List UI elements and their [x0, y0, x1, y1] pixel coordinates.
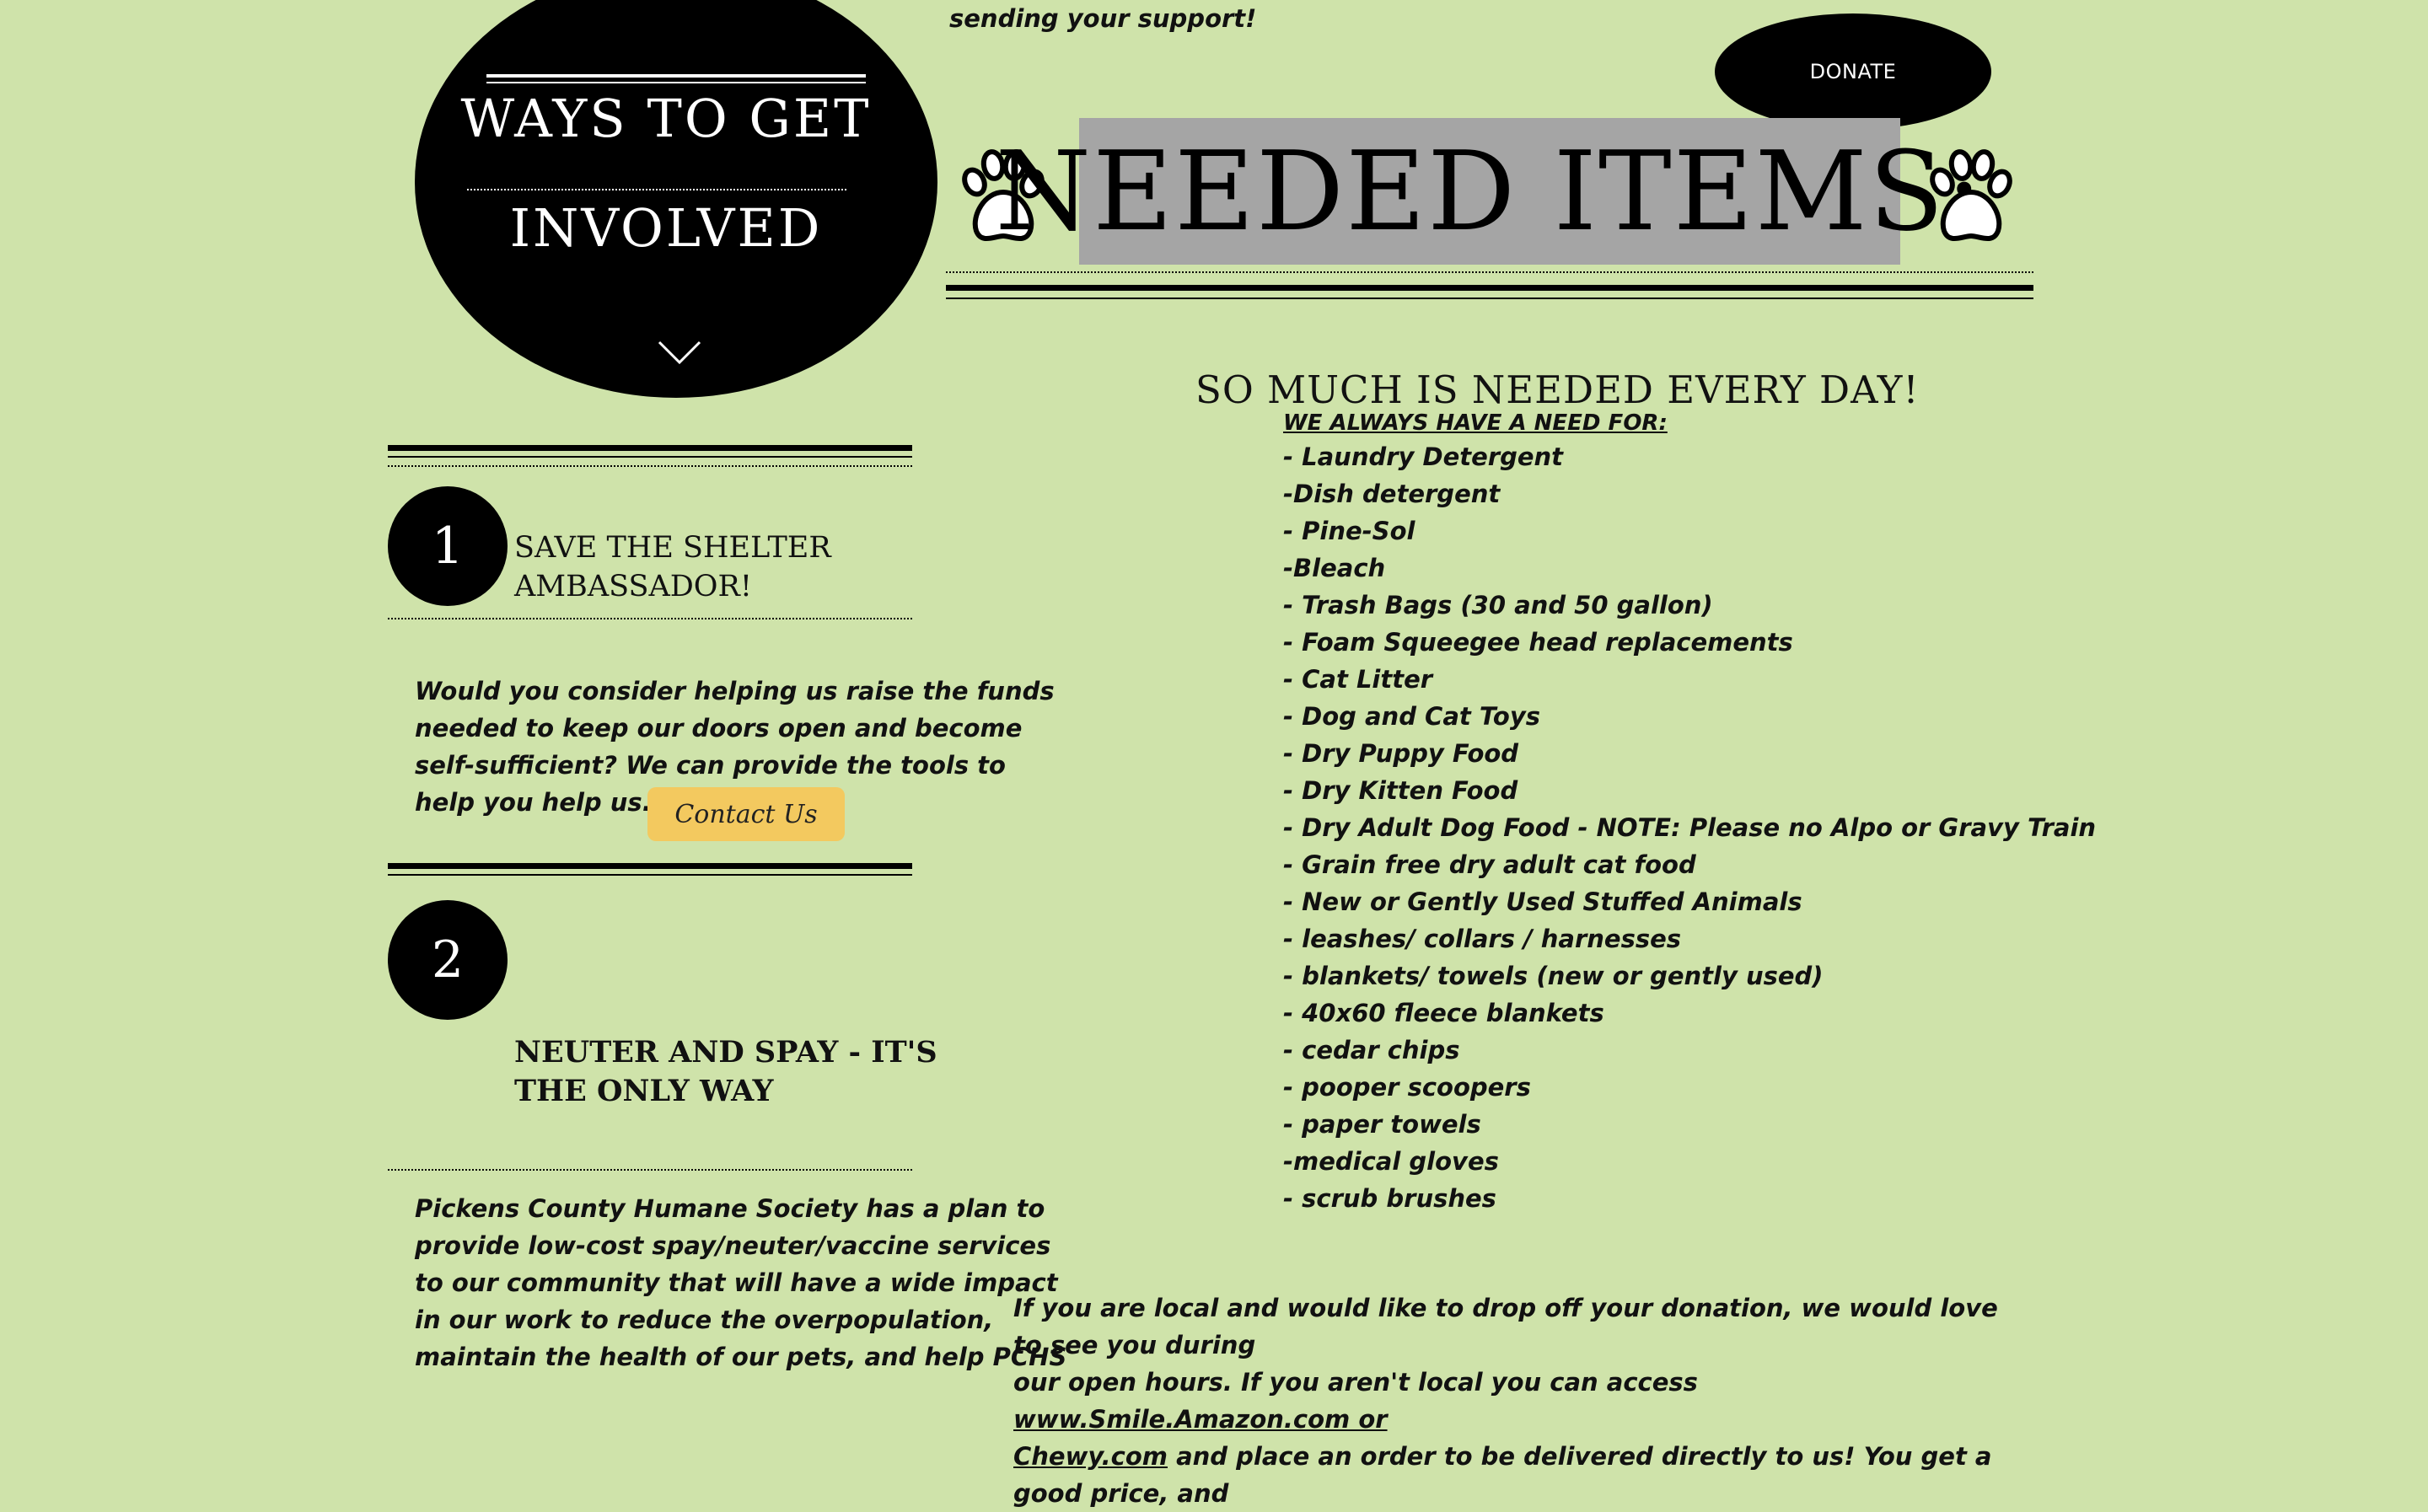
drop-off-line: Chewy.com and place an order to be deliv… [1013, 1438, 2025, 1512]
section-divider-thin [388, 874, 912, 876]
drop-off-paragraph: If you are local and would like to drop … [1013, 1289, 2025, 1512]
body-line: Would you consider helping us raise the … [415, 677, 1055, 705]
body-line: in our work to reduce the overpopulation… [415, 1306, 994, 1334]
title-divider-dotted [946, 271, 2033, 273]
list-item: - Dry Adult Dog Food - NOTE: Please no A… [1283, 813, 2097, 842]
list-item: - cedar chips [1283, 1036, 1460, 1064]
list-item: - Dog and Cat Toys [1283, 702, 1540, 731]
list-item: - Foam Squeegee head replacements [1283, 628, 1793, 657]
banner-title-line2: INVOLVED [509, 197, 823, 259]
list-item: - scrub brushes [1283, 1184, 1496, 1213]
step-number-circle: 2 [388, 900, 508, 1020]
section1-title-line1: SAVE THE SHELTER [514, 531, 831, 565]
section-divider-dotted [388, 1169, 912, 1171]
section-divider [388, 863, 912, 869]
contact-us-button[interactable]: Contact Us [647, 787, 845, 841]
body-line: self-sufficient? We can provide the tool… [415, 751, 1006, 780]
step-number-circle: 1 [388, 486, 508, 606]
list-item: - Trash Bags (30 and 50 gallon) [1283, 591, 1713, 619]
section-divider-dotted [388, 465, 912, 467]
section1-title-line2: AMBASSADOR! [514, 570, 752, 603]
list-item: - New or Gently Used Stuffed Animals [1283, 887, 1802, 916]
body-line: maintain the health of our pets, and hel… [415, 1343, 1067, 1371]
needs-heading: WE ALWAYS HAVE A NEED FOR: [1283, 410, 1668, 436]
list-item: - Dry Kitten Food [1283, 776, 1518, 805]
section-divider-thin [388, 456, 912, 458]
list-item: - Grain free dry adult cat food [1283, 850, 1696, 879]
body-line: needed to keep our doors open and become [415, 714, 1023, 743]
needed-items-list: - Laundry Detergent -Dish detergent - Pi… [1283, 438, 2096, 1217]
list-item: - Cat Litter [1283, 665, 1433, 694]
list-item: - Dry Puppy Food [1283, 739, 1519, 768]
body-line: Pickens County Humane Society has a plan… [415, 1194, 1045, 1223]
smile-amazon-link[interactable]: www.Smile.Amazon.com or [1013, 1405, 1388, 1434]
list-item: -medical gloves [1283, 1147, 1499, 1176]
section2-title: NEUTER AND SPAY - IT'S THE ONLY WAY [514, 1033, 937, 1111]
list-item: - Pine-Sol [1283, 517, 1415, 545]
needed-items-title: NEEDED ITEMS: [995, 118, 1983, 265]
support-text: sending your support! [949, 4, 1257, 33]
list-item: -Dish detergent [1283, 480, 1501, 508]
donate-button[interactable]: DONATE [1715, 13, 1991, 130]
list-item: -Bleach [1283, 554, 1386, 582]
drop-off-text: our open hours. If you aren't local you … [1013, 1368, 1698, 1397]
section-divider-dotted [388, 618, 912, 619]
drop-off-line: our open hours. If you aren't local you … [1013, 1364, 2025, 1438]
body-line: provide low-cost spay/neuter/vaccine ser… [415, 1231, 1051, 1260]
chevron-down-icon[interactable] [658, 339, 701, 366]
section2-body: Pickens County Humane Society has a plan… [415, 1190, 1066, 1375]
chewy-link[interactable]: Chewy.com [1013, 1442, 1168, 1471]
body-line: to our community that will have a wide i… [415, 1268, 1058, 1297]
list-item: - Laundry Detergent [1283, 442, 1564, 471]
banner-top-rule [486, 74, 866, 78]
title-divider [946, 285, 2033, 291]
list-item: - blankets/ towels (new or gently used) [1283, 962, 1824, 990]
drop-off-line: If you are local and would like to drop … [1013, 1294, 1998, 1359]
list-item: - 40x60 fleece blankets [1283, 999, 1604, 1027]
banner-dotted-divider [467, 189, 846, 190]
banner-title-line1: WAYS TO GET [460, 88, 872, 149]
list-item: - paper towels [1283, 1110, 1481, 1139]
section2-title-line1: NEUTER AND SPAY - IT'S [514, 1035, 937, 1070]
banner-top-rule-thin [486, 82, 866, 83]
list-item: - pooper scoopers [1283, 1073, 1531, 1102]
list-item: - leashes/ collars / harnesses [1283, 925, 1682, 953]
section-divider [388, 445, 912, 451]
section2-title-line2: THE ONLY WAY [514, 1074, 774, 1108]
section1-title: SAVE THE SHELTER AMBASSADOR! [514, 528, 831, 606]
paw-print-icon [1930, 149, 2012, 241]
title-divider-thin [946, 298, 2033, 299]
